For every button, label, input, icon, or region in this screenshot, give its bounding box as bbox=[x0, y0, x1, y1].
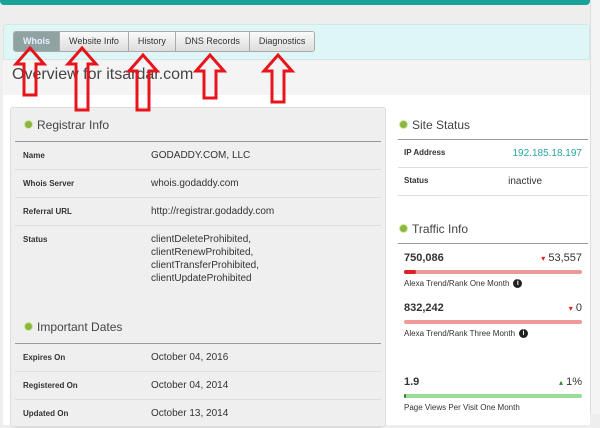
bullet-icon bbox=[25, 323, 32, 330]
row-value: October 04, 2016 bbox=[151, 352, 229, 363]
row-label: Status bbox=[404, 176, 429, 185]
row-label: Referral URL bbox=[23, 207, 72, 216]
traffic-value: 832,242 bbox=[404, 302, 444, 314]
trend-bar-fill bbox=[404, 394, 406, 398]
traffic-change: ▴ 1% bbox=[559, 376, 582, 388]
row-value: clientDeleteProhibited, clientRenewProhi… bbox=[151, 233, 259, 285]
row-value: October 04, 2014 bbox=[151, 380, 229, 391]
ip-link[interactable]: 192.185.18.197 bbox=[512, 148, 582, 159]
trend-bar bbox=[404, 320, 582, 324]
caption-text: Page Views Per Visit One Month bbox=[404, 403, 520, 412]
traffic-value: 1.9 bbox=[404, 376, 420, 388]
traffic-heading: Traffic Info bbox=[398, 214, 588, 244]
status-line: clientRenewProhibited, bbox=[151, 247, 254, 258]
caption-text: Alexa Trend/Rank One Month bbox=[404, 279, 510, 288]
scrollbar[interactable] bbox=[590, 0, 600, 414]
site-status-heading: Site Status bbox=[398, 110, 588, 140]
heading-text: Registrar Info bbox=[37, 117, 110, 132]
dates-heading: Important Dates bbox=[15, 310, 381, 344]
bullet-icon bbox=[400, 225, 407, 232]
table-row: Referral URL http://registrar.godaddy.com bbox=[15, 198, 381, 226]
traffic-value: 750,086 bbox=[404, 252, 444, 264]
row-value: GODADDY.COM, LLC bbox=[151, 150, 251, 161]
traffic-item: 750,086 ▾ 53,557 Alexa Trend/Rank One Mon… bbox=[398, 244, 588, 288]
table-row: Expires On October 04, 2016 bbox=[15, 344, 381, 372]
tabs: Whois Website Info History DNS Records D… bbox=[13, 31, 316, 52]
row-label: Whois Server bbox=[23, 179, 75, 188]
table-row: Updated On October 13, 2014 bbox=[15, 400, 381, 428]
status-row: Status inactive bbox=[398, 168, 588, 196]
traffic-caption: Alexa Trend/Rank One Month i bbox=[404, 279, 582, 288]
row-value: http://registrar.godaddy.com bbox=[151, 206, 275, 217]
table-row: Registered On October 04, 2014 bbox=[15, 372, 381, 400]
row-label: IP Address bbox=[404, 148, 446, 157]
top-bar bbox=[0, 0, 590, 5]
traffic-caption: Page Views Per Visit One Month bbox=[404, 403, 582, 412]
ip-row: IP Address 192.185.18.197 bbox=[398, 140, 588, 168]
bullet-icon bbox=[25, 121, 32, 128]
info-icon[interactable]: i bbox=[519, 329, 529, 338]
table-row: Whois Server whois.godaddy.com bbox=[15, 170, 381, 198]
trend-bar bbox=[404, 394, 582, 398]
tab-website-info[interactable]: Website Info bbox=[60, 32, 129, 51]
tab-diagnostics[interactable]: Diagnostics bbox=[249, 32, 315, 51]
tab-history[interactable]: History bbox=[128, 32, 176, 51]
heading-text: Traffic Info bbox=[412, 221, 469, 236]
tab-whois[interactable]: Whois bbox=[14, 32, 60, 51]
registrar-heading: Registrar Info bbox=[15, 108, 381, 142]
status-line: clientDeleteProhibited, bbox=[151, 234, 252, 245]
traffic-change: ▾ 53,557 bbox=[541, 252, 582, 264]
table-row: Name GODADDY.COM, LLC bbox=[15, 142, 381, 170]
trend-bar bbox=[404, 270, 582, 274]
trend-bar-fill bbox=[404, 270, 417, 274]
page-title: Overview for itsardar.com bbox=[12, 66, 194, 83]
status-value: inactive bbox=[508, 176, 542, 187]
heading-text: Important Dates bbox=[37, 319, 123, 334]
bullet-icon bbox=[400, 121, 407, 128]
traffic-item: 832,242 ▾ 0 Alexa Trend/Rank Three Month i bbox=[398, 294, 588, 338]
row-label: Expires On bbox=[23, 353, 66, 362]
row-label: Status bbox=[23, 235, 48, 244]
traffic-item: 1.9 ▴ 1% Page Views Per Visit One Month bbox=[398, 368, 588, 412]
traffic-change: ▾ 0 bbox=[568, 302, 582, 314]
side-panel: Site Status IP Address 192.185.18.197 Sta… bbox=[398, 110, 588, 418]
caption-text: Alexa Trend/Rank Three Month bbox=[404, 329, 516, 338]
tab-dns-records[interactable]: DNS Records bbox=[175, 32, 250, 51]
whois-panel: Registrar Info Name GODADDY.COM, LLC Whoi… bbox=[10, 107, 386, 428]
heading-text: Site Status bbox=[412, 117, 471, 132]
row-label: Registered On bbox=[23, 381, 78, 390]
status-line: clientTransferProhibited, bbox=[151, 260, 260, 271]
row-label: Name bbox=[23, 151, 45, 160]
table-row: Status clientDeleteProhibited, clientRen… bbox=[15, 226, 381, 292]
info-icon[interactable]: i bbox=[513, 279, 523, 288]
status-line: clientUpdateProhibited bbox=[151, 273, 252, 284]
row-value: whois.godaddy.com bbox=[151, 178, 239, 189]
traffic-caption: Alexa Trend/Rank Three Month i bbox=[404, 329, 582, 338]
